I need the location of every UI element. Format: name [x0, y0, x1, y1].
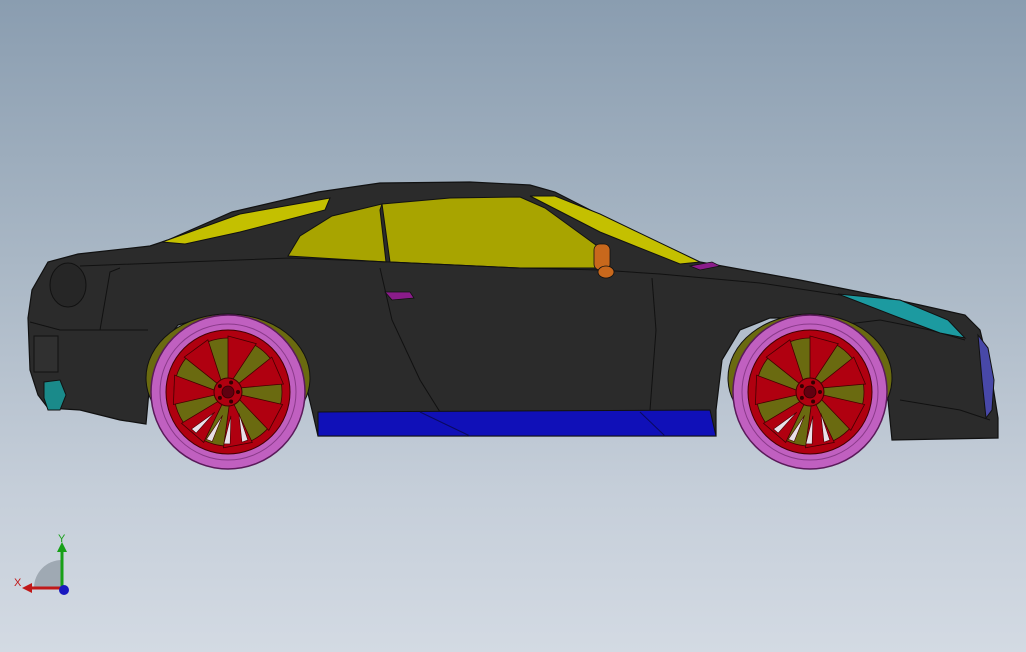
lug-nut — [217, 384, 222, 389]
lug-nut — [799, 384, 804, 389]
lug-nut — [811, 380, 816, 385]
lug-nut — [811, 399, 816, 404]
lug-nut — [229, 380, 234, 385]
center-cap — [221, 385, 235, 399]
lug-nut — [818, 390, 822, 394]
y-axis-label: Y — [58, 533, 66, 545]
lug-nut — [217, 395, 222, 400]
cad-viewport[interactable]: Y X — [0, 0, 1026, 652]
side-skirt — [317, 409, 717, 437]
lug-nut — [229, 399, 234, 404]
center-cap — [803, 385, 817, 399]
rear-reflector — [33, 335, 59, 373]
axis-triad: Y X — [14, 533, 69, 595]
lug-nut — [236, 390, 240, 394]
car-model[interactable] — [0, 0, 1026, 652]
tail-light — [49, 262, 87, 308]
triad-quadrant — [34, 560, 62, 588]
front-wheel[interactable] — [732, 314, 888, 470]
lug-nut — [799, 395, 804, 400]
rear-wheel[interactable] — [150, 314, 306, 470]
z-axis-dot — [59, 585, 69, 595]
x-axis-label: X — [14, 577, 22, 589]
x-axis-arrow — [22, 583, 32, 593]
